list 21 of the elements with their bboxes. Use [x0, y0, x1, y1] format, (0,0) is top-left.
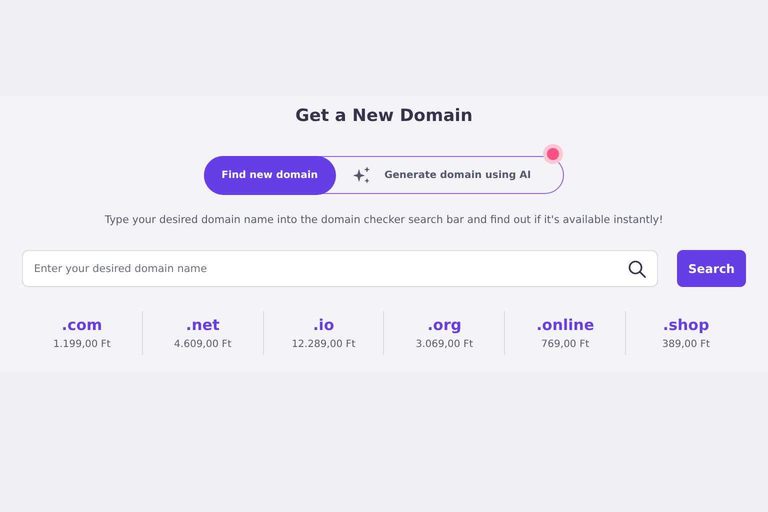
description: Type your desired domain name into the domain checker search bar and find out if it's available instantly!: [104, 214, 664, 226]
tld-price: 12.289,00 Ft: [292, 339, 356, 350]
tld-price: 769,00 Ft: [541, 339, 590, 350]
search-button[interactable]: Search: [677, 250, 746, 287]
tld-price: 1.199,00 Ft: [53, 339, 111, 350]
search-icon: [628, 260, 646, 278]
sparkle-icon: [352, 165, 372, 185]
tld-price: 3.069,00 Ft: [416, 339, 474, 350]
notification-dot: [546, 148, 559, 160]
page-title: Get a New Domain: [295, 106, 473, 128]
tld-name: .net: [186, 316, 220, 334]
tld-name: .online: [536, 316, 594, 334]
tld-name: .com: [62, 316, 102, 334]
tld-price: 389,00 Ft: [662, 339, 710, 350]
tld-name: .shop: [662, 316, 710, 334]
tab[interactable]: Generate domain using AI: [334, 157, 549, 193]
tld-price: 4.609,00 Ft: [174, 339, 232, 350]
tab[interactable]: Find new domain: [204, 156, 336, 194]
search-field[interactable]: Enter your desired domain name: [22, 250, 658, 287]
tld-name: .org: [427, 316, 462, 334]
tld-name: .io: [312, 316, 334, 334]
